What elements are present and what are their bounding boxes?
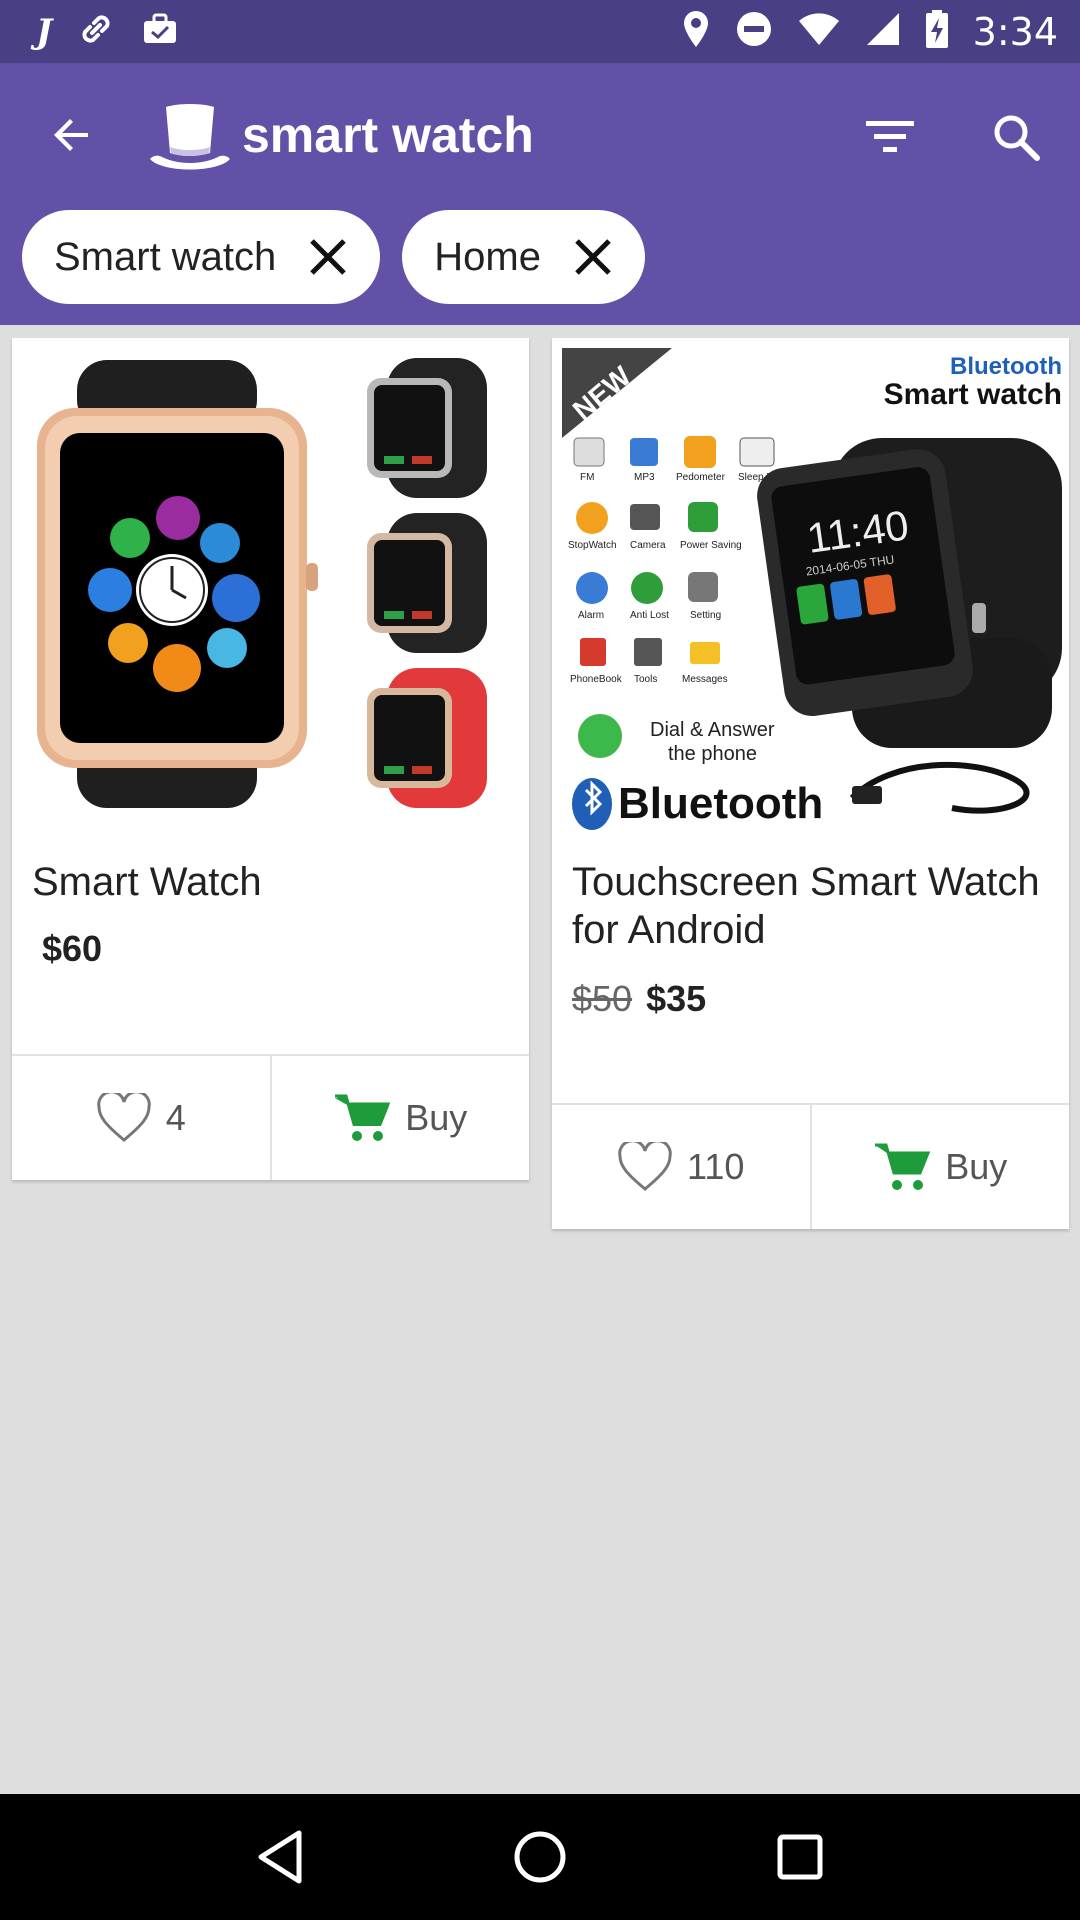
feature-label: Tools	[634, 674, 657, 685]
feature-label: MP3	[634, 472, 655, 483]
cart-icon	[335, 1094, 391, 1141]
briefcase-icon	[140, 9, 180, 54]
wifi-icon	[797, 11, 841, 52]
like-button[interactable]: 4	[12, 1056, 272, 1180]
chip-label: Home	[434, 234, 541, 279]
product-price: $60	[42, 928, 103, 969]
buy-label: Buy	[945, 1146, 1008, 1187]
product-title[interactable]: Touchscreen Smart Watch for Android	[572, 858, 1049, 954]
search-button[interactable]	[986, 107, 1046, 167]
card-actions: 4 Buy	[12, 1054, 529, 1180]
buy-button[interactable]: Buy	[272, 1056, 530, 1180]
filter-icon	[866, 121, 914, 152]
cart-icon	[875, 1143, 931, 1190]
nav-home-button[interactable]	[495, 1812, 585, 1902]
filter-chips: Smart watch Home	[22, 210, 645, 304]
search-icon	[994, 115, 1040, 161]
app-bar: smart watch Smart watch Home	[0, 63, 1080, 325]
product-card[interactable]: Smart Watch $60 4 Buy	[12, 338, 529, 1180]
image-brand-line1: Bluetooth	[950, 353, 1062, 380]
heart-icon	[96, 1093, 151, 1142]
like-count: 4	[165, 1097, 186, 1138]
product-title[interactable]: Smart Watch	[32, 858, 509, 906]
close-icon[interactable]	[306, 235, 350, 279]
back-button[interactable]	[42, 105, 102, 165]
feature-label: Pedometer	[676, 472, 726, 483]
j-app-icon: J	[36, 11, 53, 52]
image-brand-line2: Smart watch	[884, 378, 1062, 411]
feature-label: FM	[580, 472, 594, 483]
feature-label: Anti Lost	[630, 610, 669, 621]
circle-home-icon	[514, 1831, 566, 1883]
top-hat-icon	[148, 101, 232, 175]
status-left-icons: J	[36, 9, 180, 54]
product-price: $35	[646, 978, 707, 1019]
image-dial-line2: the phone	[668, 743, 757, 765]
like-count: 110	[687, 1146, 745, 1187]
status-bar: J 3:34	[0, 0, 1080, 63]
feature-label: PhoneBook	[570, 674, 623, 685]
status-right-icons: 3:34	[681, 9, 1058, 54]
feature-label: Camera	[630, 540, 666, 551]
product-image[interactable]	[12, 338, 529, 838]
feature-label: Power Saving	[680, 540, 742, 551]
original-price: $50	[572, 978, 633, 1019]
location-icon	[681, 9, 711, 54]
nav-back-button[interactable]	[235, 1812, 325, 1902]
navigation-bar	[0, 1794, 1080, 1920]
status-time: 3:34	[972, 9, 1058, 54]
image-dial-line1: Dial & Answer	[650, 719, 775, 741]
heart-icon	[618, 1142, 672, 1191]
signal-icon	[865, 11, 901, 52]
product-image[interactable]: NEW Bluetooth Smart watch FM MP3 Pedomet…	[552, 338, 1069, 838]
feature-label: Setting	[690, 610, 721, 621]
link-icon	[76, 9, 116, 54]
buy-button[interactable]: Buy	[812, 1105, 1070, 1229]
card-actions: 110 Buy	[552, 1103, 1069, 1229]
square-recents-icon	[777, 1834, 823, 1880]
product-card[interactable]: NEW Bluetooth Smart watch FM MP3 Pedomet…	[552, 338, 1069, 1229]
do-not-disturb-icon	[735, 10, 773, 53]
filter-chip-smart-watch[interactable]: Smart watch	[22, 210, 381, 304]
chip-label: Smart watch	[54, 234, 277, 279]
feature-label: Alarm	[578, 610, 604, 621]
buy-label: Buy	[405, 1097, 468, 1138]
feature-label: StopWatch	[568, 540, 617, 551]
filter-chip-home[interactable]: Home	[402, 210, 645, 304]
price-row: $60	[42, 928, 102, 970]
page-title: smart watch	[242, 107, 534, 163]
battery-charging-icon	[925, 9, 949, 54]
price-row: $50 $35	[572, 978, 706, 1020]
toolbar: smart watch	[0, 63, 1080, 209]
arrow-back-icon	[54, 119, 88, 151]
filter-button[interactable]	[860, 107, 920, 167]
nav-recents-button[interactable]	[755, 1812, 845, 1902]
like-button[interactable]: 110	[552, 1105, 812, 1229]
close-icon[interactable]	[571, 235, 615, 279]
image-bluetooth-logo: Bluetooth	[618, 779, 823, 828]
feature-label: Messages	[682, 674, 728, 685]
triangle-back-icon	[258, 1830, 302, 1884]
